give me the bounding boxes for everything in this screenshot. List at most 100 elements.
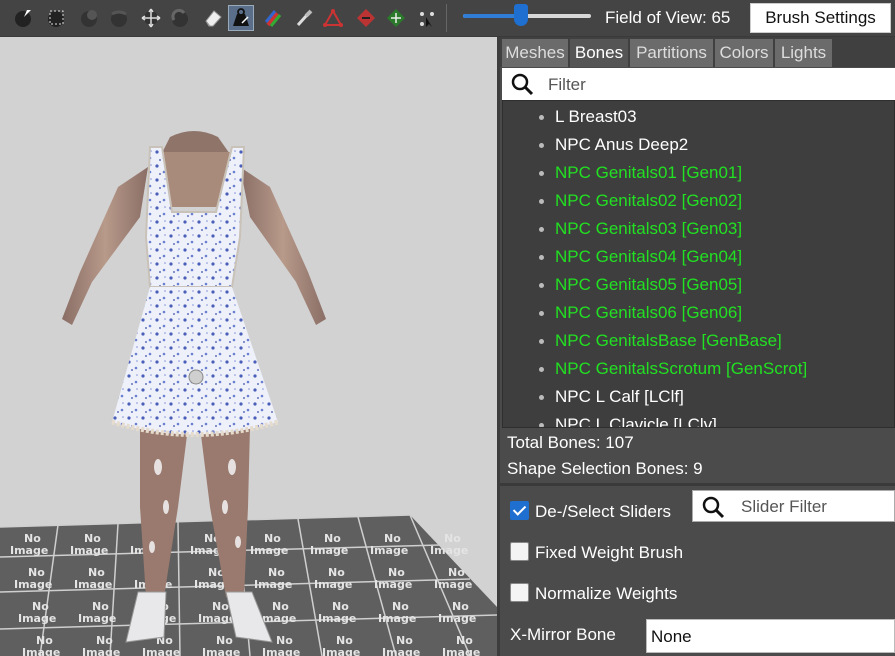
smooth-brush-icon[interactable]: [138, 5, 164, 31]
total-bones-label: Total Bones: 107: [507, 433, 634, 452]
move-brush-icon[interactable]: [106, 5, 132, 31]
floor-tile-text: Image: [18, 612, 56, 625]
tree-bullet-icon: [539, 366, 544, 372]
tab-lights[interactable]: Lights: [775, 39, 832, 67]
3d-viewport[interactable]: No Image No Image No Image No Image No Image No Ima…: [0, 37, 497, 656]
floor-tile-text: Image: [202, 646, 240, 656]
floor-tile-text: Image: [22, 646, 60, 656]
tab-colors[interactable]: Colors: [715, 39, 773, 67]
slider-filter-placeholder: Slider Filter: [741, 497, 827, 516]
fixed-weight-brush-label: Fixed Weight Brush: [535, 543, 684, 562]
floor-tile-text: Image: [250, 544, 288, 557]
transform-tool-icon[interactable]: [383, 5, 409, 31]
bone-list[interactable]: L Breast03 NPC Anus Deep2 NPC Genitals01 […: [502, 100, 895, 428]
floor-tile-text: Image: [254, 578, 292, 591]
panel-tabs: Meshes Bones Partitions Colors Lights: [500, 37, 895, 67]
bone-list-item[interactable]: NPC L Clavicle [LClv]: [539, 411, 717, 428]
floor-tile-text: Image: [378, 612, 416, 625]
deselect-sliders-checkbox[interactable]: [510, 501, 529, 520]
tree-bullet-icon: [539, 422, 544, 427]
bone-list-item[interactable]: NPC Genitals02 [Gen02]: [539, 187, 742, 215]
bone-list-item[interactable]: NPC GenitalsScrotum [GenScrot]: [539, 355, 807, 383]
select-tool-icon[interactable]: [413, 5, 439, 31]
bone-label: NPC Genitals04 [Gen04]: [555, 247, 743, 266]
shape-selection-bones-label: Shape Selection Bones: 9: [507, 459, 703, 478]
floor-tile-text: Image: [78, 612, 116, 625]
search-icon: [511, 73, 534, 96]
x-mirror-bone-select[interactable]: None: [646, 619, 895, 653]
bone-label: NPC Genitals05 [Gen05]: [555, 275, 743, 294]
floor-tile-text: Image: [74, 578, 112, 591]
floor-tile-text: Image: [318, 612, 356, 625]
right-panel: Meshes Bones Partitions Colors Lights Fi…: [500, 37, 895, 656]
vertex-tool-icon[interactable]: [320, 5, 346, 31]
floor-tile-text: Image: [10, 544, 48, 557]
bone-filter-input[interactable]: Filter: [502, 68, 895, 100]
tab-bones[interactable]: Bones: [570, 39, 628, 67]
bone-stats: Total Bones: 107 Shape Selection Bones: …: [500, 428, 895, 482]
toolbar-separator: [446, 4, 447, 32]
undiff-brush-icon[interactable]: [167, 5, 193, 31]
floor-tile-text: Image: [142, 646, 180, 656]
toolbar: Field of View: 65 Brush Settings: [0, 0, 895, 37]
normalize-weights-checkbox[interactable]: [510, 583, 529, 602]
tab-meshes[interactable]: Meshes: [502, 39, 568, 67]
floor-tile-text: Image: [314, 578, 352, 591]
deflate-brush-icon[interactable]: [76, 5, 102, 31]
floor-tile-text: Image: [442, 646, 480, 656]
bone-options: De-/Select Sliders Slider Filter Fixed W…: [500, 486, 895, 656]
eraser-brush-icon[interactable]: [200, 5, 226, 31]
floor-tile-text: Image: [430, 544, 468, 557]
floor-tile-text: Image: [310, 544, 348, 557]
bone-list-item[interactable]: NPC Genitals03 [Gen03]: [539, 215, 742, 243]
bone-list-item[interactable]: NPC Genitals04 [Gen04]: [539, 243, 742, 271]
deselect-sliders-label: De-/Select Sliders: [535, 502, 672, 521]
slider-filter-input[interactable]: Slider Filter: [692, 490, 895, 522]
bone-list-item[interactable]: NPC L Calf [LClf]: [539, 383, 684, 411]
floor-tile-text: Image: [70, 544, 108, 557]
floor-tile-text: Image: [438, 612, 476, 625]
bone-list-item[interactable]: NPC Genitals06 [Gen06]: [539, 299, 742, 327]
tree-bullet-icon: [539, 114, 544, 120]
color-brush-icon[interactable]: [260, 5, 286, 31]
tree-bullet-icon: [539, 282, 544, 288]
floor-tile-text: Image: [14, 578, 52, 591]
diamond-tool-icon[interactable]: [353, 5, 379, 31]
tree-bullet-icon: [539, 310, 544, 316]
alpha-brush-icon[interactable]: [291, 5, 317, 31]
mask-brush-icon[interactable]: [10, 5, 36, 31]
bone-label: NPC Genitals01 [Gen01]: [555, 163, 743, 182]
floor-tile-text: Image: [262, 646, 300, 656]
filter-placeholder: Filter: [548, 75, 586, 94]
tree-bullet-icon: [539, 170, 544, 176]
fov-slider-thumb[interactable]: [513, 4, 528, 26]
bone-label: L Breast03: [555, 107, 637, 126]
bone-label: NPC L Calf [LClf]: [555, 387, 684, 406]
tree-bullet-icon: [539, 226, 544, 232]
bone-label: NPC L Clavicle [LClv]: [555, 415, 717, 428]
bone-label: NPC Genitals03 [Gen03]: [555, 219, 743, 238]
fov-slider[interactable]: [463, 4, 591, 26]
fov-label: Field of View: 65: [605, 8, 731, 27]
bone-list-item[interactable]: NPC Anus Deep2: [539, 131, 688, 159]
fixed-weight-brush-checkbox[interactable]: [510, 542, 529, 561]
bone-label: NPC Genitals02 [Gen02]: [555, 191, 743, 210]
bone-list-item[interactable]: NPC GenitalsBase [GenBase]: [539, 327, 782, 355]
bone-list-item[interactable]: NPC Genitals05 [Gen05]: [539, 271, 742, 299]
search-icon: [702, 496, 725, 519]
floor-tile-text: Image: [82, 646, 120, 656]
floor-tile-text: Image: [434, 578, 472, 591]
normalize-weights-label: Normalize Weights: [535, 584, 678, 603]
tree-bullet-icon: [539, 338, 544, 344]
tree-bullet-icon: [539, 142, 544, 148]
bone-label: NPC GenitalsBase [GenBase]: [555, 331, 782, 350]
bone-list-item[interactable]: NPC Genitals01 [Gen01]: [539, 159, 742, 187]
bone-label: NPC GenitalsScrotum [GenScrot]: [555, 359, 808, 378]
brush-settings-button[interactable]: Brush Settings: [750, 3, 891, 33]
tab-partitions[interactable]: Partitions: [630, 39, 713, 67]
tree-bullet-icon: [539, 254, 544, 260]
weight-brush-icon[interactable]: [228, 5, 254, 31]
floor-tile-text: Image: [322, 646, 360, 656]
bone-list-item[interactable]: L Breast03: [539, 103, 637, 131]
inflate-brush-icon[interactable]: [43, 5, 69, 31]
